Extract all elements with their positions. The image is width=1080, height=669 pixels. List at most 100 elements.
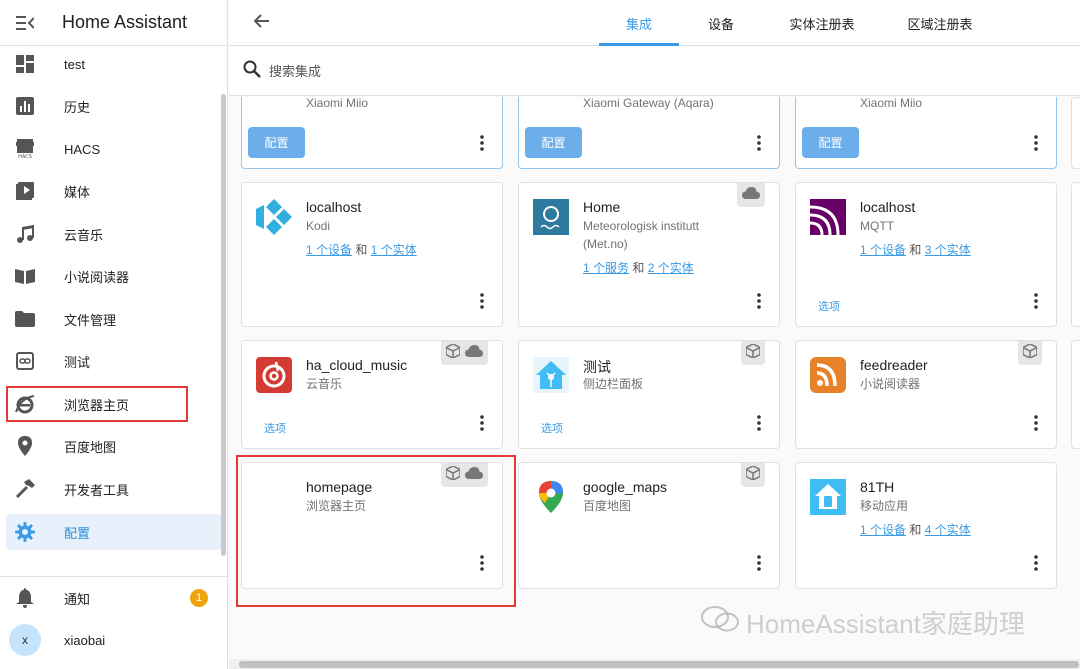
integration-card-ha-cloud-music[interactable]: ha_cloud_music 云音乐 选项 <box>241 340 503 449</box>
top-app-bar: 集成 设备 实体注册表 区域注册表 <box>229 0 1080 46</box>
entities-link[interactable]: 4 个实体 <box>925 523 971 537</box>
integration-card-xiaomi-miio-1: Xiaomi Miio 配置 <box>241 97 503 169</box>
card-badges <box>441 341 488 365</box>
sidebar-item-novel-reader[interactable]: 小说阅读器 <box>6 258 222 294</box>
tab-integrations[interactable]: 集成 <box>599 0 679 46</box>
entities-link[interactable]: 2 个实体 <box>648 261 694 275</box>
sidebar-item-notifications[interactable]: 通知 1 <box>6 580 222 616</box>
scrollbar-thumb[interactable] <box>239 661 1079 668</box>
integration-card-mobile-app[interactable]: 81TH 移动应用 1 个设备 和 4 个实体 <box>795 462 1057 589</box>
card-title: 81TH <box>860 479 895 495</box>
user-name: xiaobai <box>64 632 106 648</box>
sidebar-item-developer-tools[interactable]: 开发者工具 <box>6 471 222 507</box>
integration-card-met-no[interactable]: Home Meteorologisk institutt (Met.no) 1 … <box>518 182 780 327</box>
card-badges <box>741 341 765 365</box>
sidebar-item-hacs[interactable]: HACS HACS <box>6 131 222 167</box>
more-vert-icon[interactable] <box>757 415 761 436</box>
more-vert-icon[interactable] <box>480 135 484 156</box>
more-vert-icon[interactable] <box>757 555 761 576</box>
more-vert-icon[interactable] <box>1034 293 1038 314</box>
sidebar-item-label: 媒体 <box>64 184 91 200</box>
sidebar-item-test-panel[interactable]: 测试 <box>6 343 222 379</box>
search-icon <box>243 60 261 83</box>
sidebar-item-label: HACS <box>64 141 101 157</box>
more-vert-icon[interactable] <box>1034 555 1038 576</box>
link-box-icon <box>6 352 44 370</box>
devices-link[interactable]: 1 个设备 <box>860 523 906 537</box>
sidebar-item-test[interactable]: test <box>6 46 222 82</box>
card-subtitle: 侧边栏面板 <box>583 377 644 391</box>
entities-link[interactable]: 1 个实体 <box>371 243 417 257</box>
sidebar-item-baidu-map[interactable]: 百度地图 <box>6 428 222 464</box>
sidebar-item-media[interactable]: 媒体 <box>6 173 222 209</box>
back-arrow-icon[interactable] <box>253 12 271 35</box>
card-links: 1 个设备 和 1 个实体 <box>306 241 417 258</box>
and-text: 和 <box>632 261 645 275</box>
music-note-icon <box>6 225 44 243</box>
sidebar-item-label: 文件管理 <box>64 312 117 328</box>
search-input[interactable] <box>269 63 669 79</box>
sidebar-item-label: 配置 <box>64 525 91 541</box>
more-vert-icon[interactable] <box>480 293 484 314</box>
card-title: Home <box>583 199 621 215</box>
highlight-homepage-card <box>236 455 516 607</box>
google-maps-logo-icon <box>533 479 569 515</box>
devices-link[interactable]: 1 个设备 <box>306 243 352 257</box>
more-vert-icon[interactable] <box>757 293 761 314</box>
more-vert-icon[interactable] <box>1034 415 1038 436</box>
devices-link[interactable]: 1 个设备 <box>860 243 906 257</box>
integration-card-test-panel[interactable]: 测试 侧边栏面板 选项 <box>518 340 780 449</box>
card-subtitle: Meteorologisk institutt <box>583 219 700 233</box>
card-subtitle: 小说阅读器 <box>860 377 921 391</box>
map-marker-icon <box>6 436 44 456</box>
card-subtitle-2: (Met.no) <box>583 237 628 251</box>
wechat-icon <box>700 605 740 640</box>
chart-box-icon <box>6 97 44 115</box>
card-title: 测试 <box>583 359 611 375</box>
rss-feed-logo-icon <box>810 357 846 393</box>
options-button[interactable]: 选项 <box>818 298 840 314</box>
more-vert-icon[interactable] <box>480 415 484 436</box>
integration-card-kodi[interactable]: localhost Kodi 1 个设备 和 1 个实体 <box>241 182 503 327</box>
notification-count-badge: 1 <box>190 589 208 607</box>
more-vert-icon[interactable] <box>757 135 761 156</box>
sidebar-header: Home Assistant <box>0 0 227 46</box>
package-icon <box>745 342 761 363</box>
met-no-logo-icon <box>533 199 569 235</box>
sidebar-item-label: 历史 <box>64 99 91 115</box>
more-vert-icon[interactable] <box>1034 135 1038 156</box>
sidebar-item-history[interactable]: 历史 <box>6 88 222 124</box>
mobile-app-logo-icon <box>810 479 846 515</box>
tab-area-registry[interactable]: 区域注册表 <box>895 0 985 46</box>
package-icon <box>445 342 461 363</box>
sidebar-item-label: 小说阅读器 <box>64 269 130 285</box>
tab-entity-registry[interactable]: 实体注册表 <box>777 0 867 46</box>
sidebar-item-configuration[interactable]: 配置 <box>6 514 222 550</box>
services-link[interactable]: 1 个服务 <box>583 261 629 275</box>
configure-button[interactable]: 配置 <box>525 127 582 158</box>
sidebar-item-label: 百度地图 <box>64 439 117 455</box>
sidebar-item-user[interactable]: x xiaobai <box>6 622 222 658</box>
entities-link[interactable]: 3 个实体 <box>925 243 971 257</box>
highlight-sidebar-browser-home <box>6 386 188 422</box>
horizontal-scrollbar[interactable] <box>229 659 1080 669</box>
card-title: google_maps <box>583 479 668 495</box>
card-subtitle: 移动应用 <box>860 499 909 513</box>
integration-card-feedreader[interactable]: feedreader 小说阅读器 <box>795 340 1057 449</box>
sidebar-item-cloud-music[interactable]: 云音乐 <box>6 216 222 252</box>
card-subtitle: Xiaomi Miio <box>306 97 369 110</box>
sidebar-item-file-manager[interactable]: 文件管理 <box>6 301 222 337</box>
integration-card-mqtt[interactable]: localhost MQTT 1 个设备 和 3 个实体 选项 <box>795 182 1057 327</box>
and-text: 和 <box>909 523 922 537</box>
card-subtitle: 云音乐 <box>306 377 343 391</box>
kodi-logo-icon <box>256 199 292 235</box>
sidebar-scrollbar[interactable] <box>221 94 226 556</box>
menu-toggle-icon[interactable] <box>0 15 50 30</box>
card-badges <box>1018 341 1042 365</box>
options-button[interactable]: 选项 <box>264 420 286 436</box>
integration-card-google-maps[interactable]: google_maps 百度地图 <box>518 462 780 589</box>
configure-button[interactable]: 配置 <box>248 127 305 158</box>
tab-devices[interactable]: 设备 <box>691 0 751 46</box>
configure-button[interactable]: 配置 <box>802 127 859 158</box>
options-button[interactable]: 选项 <box>541 420 563 436</box>
